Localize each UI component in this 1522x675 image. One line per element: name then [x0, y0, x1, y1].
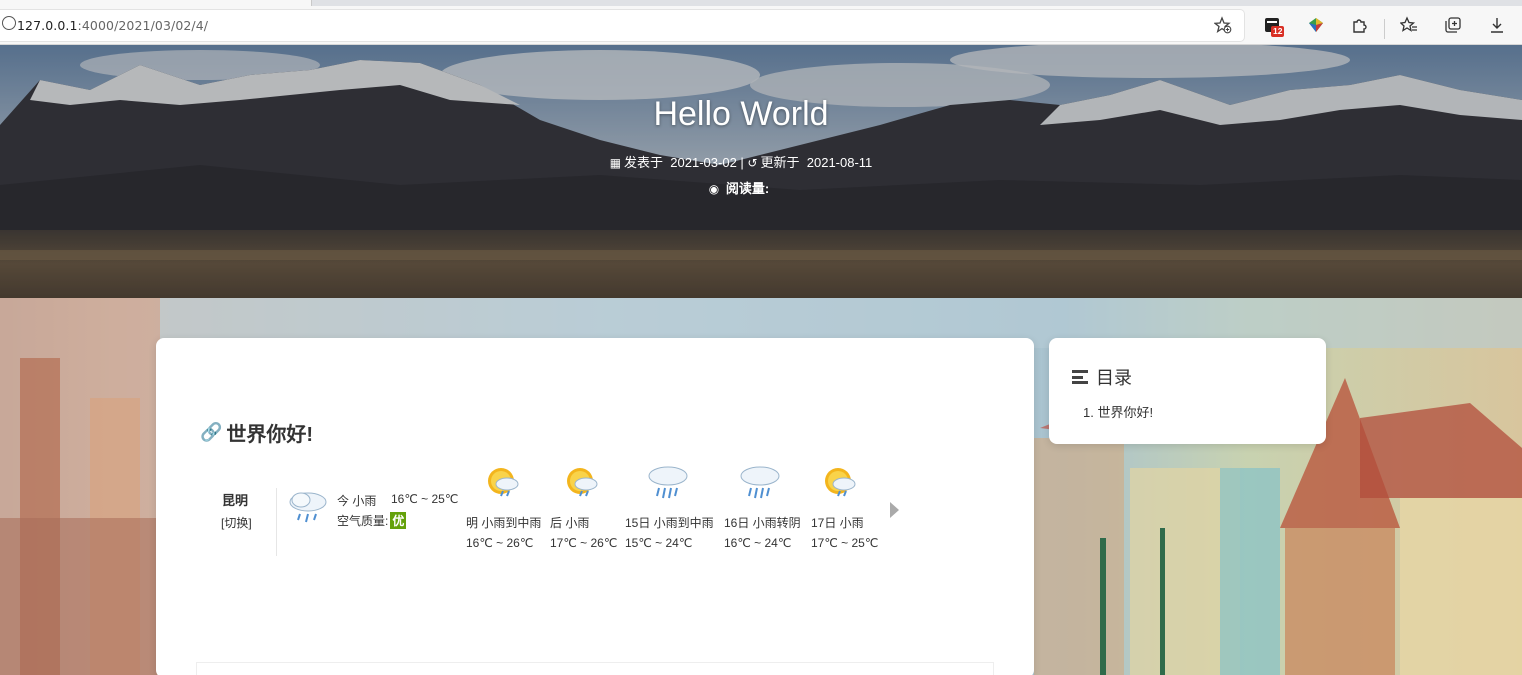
- eye-icon: ◉: [708, 182, 720, 196]
- sun-rain-icon: [488, 468, 519, 497]
- browser-toolbar: 127.0.0.1:4000/2021/03/02/4/ 12: [0, 6, 1522, 45]
- published-date: 2021-03-02: [670, 155, 737, 170]
- forecast-day-label: 后 小雨: [550, 516, 590, 530]
- address-bar[interactable]: 127.0.0.1:4000/2021/03/02/4/: [0, 10, 1244, 41]
- forecast-day-label: 15日 小雨到中雨: [625, 516, 714, 530]
- sun-rain-icon: [825, 468, 856, 497]
- url-host: 127.0.0.1: [17, 18, 78, 33]
- url-path: :4000/2021/03/02/4/: [77, 18, 209, 33]
- add-favorite-icon[interactable]: [1213, 16, 1232, 34]
- updated-date: 2021-08-11: [806, 155, 873, 170]
- heading-text: 世界你好!: [226, 424, 314, 446]
- sun-rain-icon: [567, 468, 598, 497]
- rain-cloud-icon: [648, 466, 688, 499]
- toc-header: 目录: [1072, 364, 1132, 390]
- rain-cloud-icon: [740, 466, 780, 499]
- collections-icon[interactable]: [1440, 12, 1466, 38]
- air-quality-badge: 优: [390, 512, 407, 529]
- air-quality: 空气质量: 优: [337, 512, 407, 529]
- extension-badge: 12: [1271, 26, 1285, 37]
- city-switch-link[interactable]: [切换]: [221, 514, 252, 531]
- favorites-icon[interactable]: [1396, 12, 1422, 38]
- forecast-day-temp: 16℃ ~ 26℃: [466, 536, 534, 550]
- downloads-icon[interactable]: [1484, 12, 1510, 38]
- today-temp: 16℃ ~ 25℃: [391, 492, 459, 506]
- post-views: ◉ 阅读量:: [0, 178, 1478, 197]
- forecast-day-label: 16日 小雨转阴: [724, 516, 801, 530]
- content-block: [196, 662, 994, 675]
- air-quality-label: 空气质量:: [337, 514, 389, 528]
- extension-colorful-icon[interactable]: [1303, 12, 1329, 38]
- content-heading: 🔗 世界你好!: [200, 418, 313, 447]
- toc-item[interactable]: 1. 世界你好!: [1083, 402, 1153, 421]
- forecast-day-temp: 17℃ ~ 25℃: [811, 536, 879, 550]
- toc-card: 目录 1. 世界你好!: [1049, 338, 1326, 444]
- toc-title: 目录: [1096, 368, 1132, 388]
- toolbar-divider: [1384, 19, 1385, 39]
- forecast-day-label: 17日 小雨: [811, 516, 864, 530]
- post-content-card: 🔗 世界你好! 昆明 [切换] 今 小雨 16℃ ~ 25℃ 空气质量: 优 明 小…: [156, 338, 1034, 675]
- extension-notes-icon[interactable]: 12: [1259, 12, 1285, 38]
- link-icon[interactable]: 🔗: [200, 422, 222, 443]
- site-info-icon[interactable]: [2, 16, 16, 30]
- forecast-day-label: 明 小雨到中雨: [466, 516, 542, 530]
- forecast-day-temp: 16℃ ~ 24℃: [724, 536, 792, 550]
- weather-widget: 昆明 [切换] 今 小雨 16℃ ~ 25℃ 空气质量: 优 明 小雨到中雨 16…: [200, 464, 900, 556]
- forecast-next-arrow-icon[interactable]: [890, 502, 899, 518]
- updated-label: 更新于: [760, 155, 800, 170]
- rain-cloud-icon: [289, 492, 327, 523]
- today-desc: 今 小雨: [337, 494, 377, 508]
- calendar-icon: ▦: [609, 156, 622, 170]
- post-meta: ▦ 发表于 2021-03-02 | ↺ 更新于 2021-08-11: [0, 152, 1482, 171]
- views-label: 阅读量:: [725, 181, 770, 196]
- meta-separator: |: [740, 155, 744, 170]
- post-title: Hello World: [653, 95, 829, 133]
- list-icon: [1072, 370, 1088, 384]
- post-header-banner: Hello World ▦ 发表于 2021-03-02 | ↺ 更新于 2021-…: [0, 45, 1522, 298]
- banner-overlay: [0, 45, 1522, 298]
- forecast-day-temp: 15℃ ~ 24℃: [625, 536, 693, 550]
- weather-city: 昆明: [222, 493, 249, 508]
- url-text[interactable]: 127.0.0.1:4000/2021/03/02/4/: [17, 18, 208, 33]
- forecast-day-temp: 17℃ ~ 26℃: [550, 536, 618, 550]
- extensions-puzzle-icon[interactable]: [1347, 12, 1373, 38]
- weather-divider: [276, 488, 277, 556]
- published-label: 发表于: [624, 155, 664, 170]
- history-icon: ↺: [747, 156, 758, 170]
